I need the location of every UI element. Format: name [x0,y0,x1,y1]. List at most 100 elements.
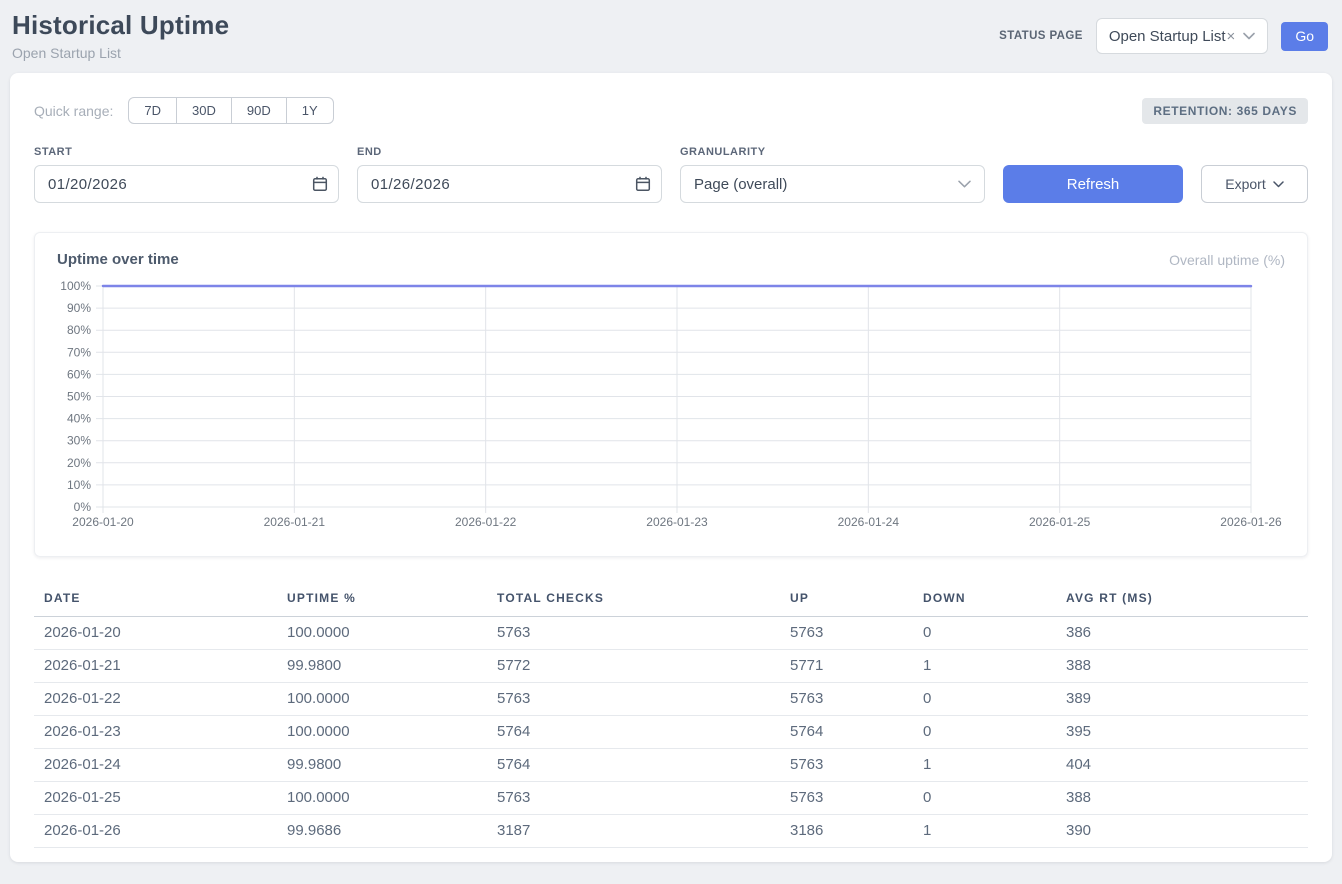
granularity-label: GRANULARITY [680,146,985,158]
table-cell: 5764 [780,716,913,749]
table-cell: 1 [913,749,1056,782]
table-cell: 5763 [780,683,913,716]
quick-range-label: Quick range: [34,103,113,119]
chevron-down-icon [1243,32,1255,40]
table-row: 2026-01-25100.0000576357630388 [34,782,1308,815]
y-axis-tick: 20% [67,456,91,470]
quick-range-90d[interactable]: 90D [231,97,287,124]
table-cell: 2026-01-22 [34,683,277,716]
x-axis-tick: 2026-01-21 [264,515,326,529]
column-header: UP [780,583,913,617]
quick-range-1y[interactable]: 1Y [286,97,334,124]
y-axis-tick: 60% [67,367,91,381]
x-axis-tick: 2026-01-20 [72,515,134,529]
y-axis-tick: 70% [67,345,91,359]
clear-selection-icon[interactable]: × [1227,28,1236,45]
chart-title: Uptime over time [57,251,179,268]
table-cell: 395 [1056,716,1308,749]
start-date-input[interactable] [34,165,339,203]
x-axis-tick: 2026-01-25 [1029,515,1091,529]
table-cell: 100.0000 [277,617,487,650]
status-page-label: STATUS PAGE [999,30,1083,42]
table-cell: 0 [913,716,1056,749]
page-header: Historical Uptime Open Startup List STAT… [0,0,1342,73]
column-header: TOTAL CHECKS [487,583,780,617]
table-cell: 3186 [780,815,913,848]
table-cell: 5764 [487,716,780,749]
y-axis-tick: 50% [67,390,91,404]
quick-range-group: 7D30D90D1Y [128,97,333,124]
x-axis-tick: 2026-01-26 [1220,515,1282,529]
column-header: DATE [34,583,277,617]
chevron-down-icon [958,180,971,188]
y-axis-tick: 80% [67,323,91,337]
controls-row: START END GRANULARITY Page (overall) [34,146,1308,203]
end-field: END [357,146,662,203]
table-cell: 5764 [487,749,780,782]
start-label: START [34,146,339,158]
table-cell: 3187 [487,815,780,848]
table-cell: 5763 [487,683,780,716]
uptime-table: DATEUPTIME %TOTAL CHECKSUPDOWNAVG RT (MS… [34,583,1308,848]
end-date-input[interactable] [357,165,662,203]
table-cell: 389 [1056,683,1308,716]
status-page-select[interactable]: Open Startup List× [1096,18,1269,54]
x-axis-tick: 2026-01-23 [646,515,708,529]
table-cell: 5772 [487,650,780,683]
table-row: 2026-01-2199.9800577257711388 [34,650,1308,683]
uptime-table-body: 2026-01-20100.00005763576303862026-01-21… [34,617,1308,848]
calendar-icon[interactable] [635,176,651,192]
table-cell: 99.9686 [277,815,487,848]
uptime-table-head: DATEUPTIME %TOTAL CHECKSUPDOWNAVG RT (MS… [34,583,1308,617]
table-cell: 5763 [780,617,913,650]
go-button[interactable]: Go [1281,22,1328,51]
uptime-chart-card: Uptime over time Overall uptime (%) 0% 10… [34,232,1308,557]
table-cell: 2026-01-20 [34,617,277,650]
uptime-chart-svg: 0%10%20%30%40%50%60%70%80%90%100%2026-01… [57,274,1285,546]
column-header: DOWN [913,583,1056,617]
y-axis-tick: 0% [74,500,92,514]
granularity-select[interactable]: Page (overall) [680,165,985,203]
quick-range-30d[interactable]: 30D [176,97,232,124]
table-cell: 100.0000 [277,782,487,815]
y-axis-tick: 90% [67,301,91,315]
x-axis-tick: 2026-01-24 [838,515,900,529]
table-cell: 0 [913,782,1056,815]
page-subtitle: Open Startup List [12,45,229,61]
granularity-value: Page (overall) [694,176,787,193]
table-header-row: DATEUPTIME %TOTAL CHECKSUPDOWNAVG RT (MS… [34,583,1308,617]
chart-legend: Overall uptime (%) [1169,252,1285,268]
retention-badge: RETENTION: 365 DAYS [1142,98,1308,124]
table-cell: 5763 [487,782,780,815]
table-cell: 386 [1056,617,1308,650]
export-button[interactable]: Export [1201,165,1308,203]
table-cell: 1 [913,650,1056,683]
table-cell: 5771 [780,650,913,683]
table-cell: 5763 [780,749,913,782]
x-axis-tick: 2026-01-22 [455,515,517,529]
y-axis-tick: 10% [67,478,91,492]
page-heading: Historical Uptime Open Startup List [12,10,229,61]
quick-range-7d[interactable]: 7D [128,97,177,124]
table-cell: 5763 [780,782,913,815]
table-cell: 1 [913,815,1056,848]
table-cell: 390 [1056,815,1308,848]
table-cell: 2026-01-26 [34,815,277,848]
table-row: 2026-01-23100.0000576457640395 [34,716,1308,749]
table-cell: 2026-01-24 [34,749,277,782]
refresh-button[interactable]: Refresh [1003,165,1183,203]
table-cell: 2026-01-21 [34,650,277,683]
table-cell: 0 [913,683,1056,716]
chevron-down-icon [1273,181,1284,188]
start-field: START [34,146,339,203]
table-cell: 2026-01-25 [34,782,277,815]
page-title: Historical Uptime [12,10,229,41]
granularity-field: GRANULARITY Page (overall) [680,146,985,203]
calendar-icon[interactable] [312,176,328,192]
table-row: 2026-01-22100.0000576357630389 [34,683,1308,716]
y-axis-tick: 100% [60,279,91,293]
column-header: AVG RT (MS) [1056,583,1308,617]
table-cell: 2026-01-23 [34,716,277,749]
main-card: Quick range: 7D30D90D1Y RETENTION: 365 D… [10,73,1332,862]
table-cell: 5763 [487,617,780,650]
